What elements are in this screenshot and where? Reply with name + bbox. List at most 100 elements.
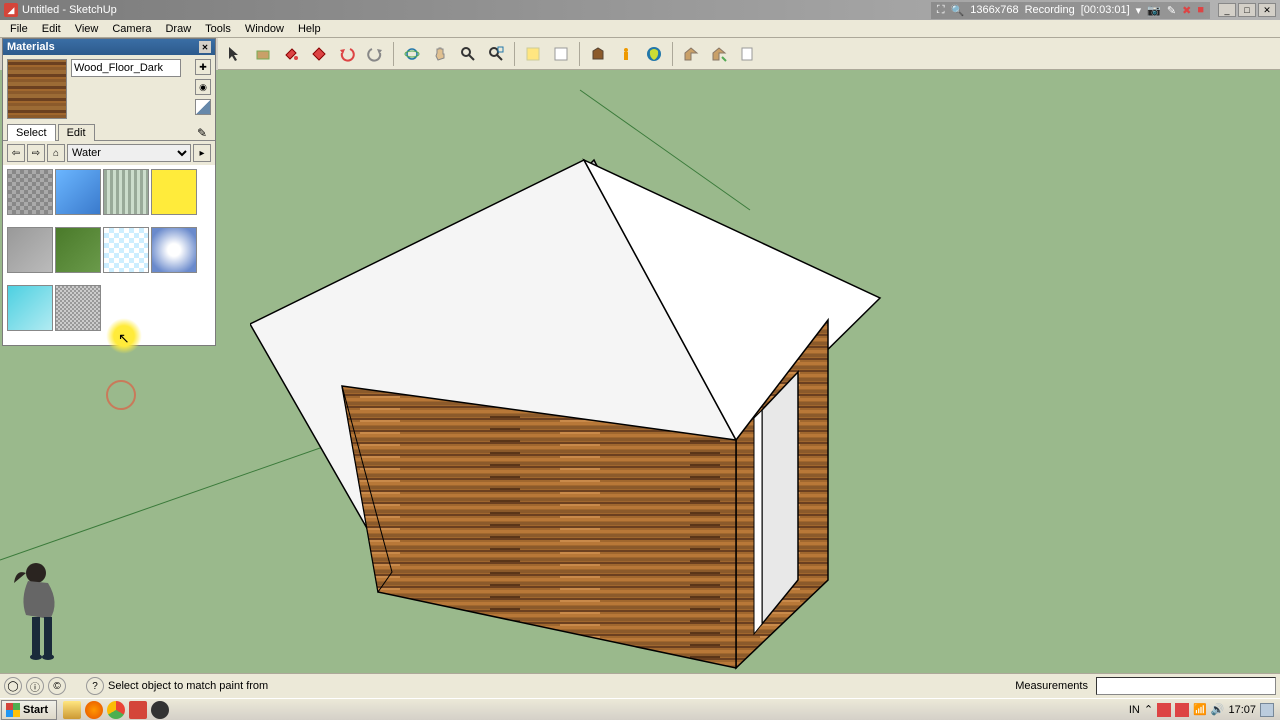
toolbar-separator (579, 42, 580, 66)
materials-tabs: Select Edit ✎ (3, 123, 215, 141)
measurements-input[interactable] (1096, 677, 1276, 695)
chevron-down-icon[interactable]: ▾ (1136, 4, 1142, 17)
geo-location-icon[interactable]: ◯ (4, 677, 22, 695)
minimize-button[interactable]: _ (1218, 3, 1236, 17)
materials-header: ✚ ◉ (3, 55, 215, 123)
toolbar-separator (514, 42, 515, 66)
explorer-icon[interactable] (63, 701, 81, 719)
maximize-button[interactable]: □ (1238, 3, 1256, 17)
nav-home-button[interactable]: ⌂ (47, 144, 65, 162)
start-button[interactable]: Start (1, 700, 57, 720)
make-component-tool[interactable] (250, 41, 276, 67)
toolbar-separator (672, 42, 673, 66)
pencil-icon[interactable]: ✎ (1167, 4, 1176, 17)
language-indicator[interactable]: IN (1129, 704, 1140, 716)
create-material-button[interactable]: ✚ (195, 59, 211, 75)
select-tool[interactable] (222, 41, 248, 67)
recorder-taskbar-icon[interactable] (151, 701, 169, 719)
menu-help[interactable]: Help (292, 22, 327, 36)
swatch-water-noise[interactable] (55, 285, 101, 331)
menu-view[interactable]: View (69, 22, 105, 36)
eraser-tool[interactable] (306, 41, 332, 67)
swatch-water-clouds[interactable] (151, 227, 197, 273)
menu-camera[interactable]: Camera (106, 22, 157, 36)
rec-time: [00:03:01] (1081, 4, 1130, 16)
zoom-extents-tool[interactable] (483, 41, 509, 67)
menu-edit[interactable]: Edit (36, 22, 67, 36)
category-select[interactable]: Water (67, 144, 191, 162)
get-models-tool[interactable] (585, 41, 611, 67)
3d-warehouse-tool[interactable] (641, 41, 667, 67)
swatch-water-blue[interactable] (55, 169, 101, 215)
clock[interactable]: 17:07 (1228, 704, 1256, 716)
paint-bucket-tool[interactable] (278, 41, 304, 67)
media-player-icon[interactable] (85, 701, 103, 719)
app-icon: ◢ (4, 3, 18, 17)
menu-file[interactable]: File (4, 22, 34, 36)
cursor-icon: ↖ (118, 330, 130, 347)
redo-tool[interactable] (362, 41, 388, 67)
tab-select[interactable]: Select (7, 124, 56, 141)
orbit-tool[interactable] (399, 41, 425, 67)
quick-launch (57, 701, 175, 719)
swatch-water-cyan[interactable] (7, 285, 53, 331)
volume-icon[interactable]: 🔊 (1211, 703, 1225, 716)
close-button[interactable]: ✕ (1258, 3, 1276, 17)
scale-figure[interactable] (6, 559, 86, 669)
swatch-water-grid[interactable] (103, 227, 149, 273)
sample-paint-icon[interactable]: ✎ (197, 126, 207, 140)
menu-window[interactable]: Window (239, 22, 290, 36)
swatch-water-yellow[interactable] (151, 169, 197, 215)
rec-label: Recording (1025, 4, 1075, 16)
person-tool[interactable] (613, 41, 639, 67)
panel-close-button[interactable]: ✕ (199, 41, 211, 53)
swatch-water-rough[interactable] (7, 169, 53, 215)
material-name-input[interactable] (71, 59, 181, 77)
default-material-icon[interactable] (195, 99, 211, 115)
share-model-tool[interactable] (678, 41, 704, 67)
titlebar: ◢ Untitled - SketchUp ⛶ 🔍 1366x768 Recor… (0, 0, 1280, 20)
credits-icon[interactable]: ⓘ (26, 677, 44, 695)
zoom-tool[interactable] (455, 41, 481, 67)
sketchup-taskbar-icon[interactable] (129, 701, 147, 719)
add-location-tool[interactable] (520, 41, 546, 67)
materials-nav: ⇦ ⇨ ⌂ Water ▸ (3, 141, 215, 165)
nav-forward-button[interactable]: ⇨ (27, 144, 45, 162)
screen-icon: ⛶ (937, 4, 945, 17)
export-tool[interactable] (706, 41, 732, 67)
camera-icon[interactable]: 📷 (1147, 4, 1161, 17)
tray-chevron-icon[interactable]: ⌃ (1144, 703, 1153, 716)
lens-icon: 🔍 (951, 4, 965, 17)
stop-icon[interactable]: ■ (1197, 4, 1204, 16)
recording-overlay[interactable]: ⛶ 🔍 1366x768 Recording [00:03:01] ▾ 📷 ✎ … (931, 2, 1210, 19)
help-icon[interactable]: ? (86, 677, 104, 695)
house-model[interactable] (250, 150, 950, 673)
pause-icon[interactable]: ✖ (1182, 4, 1191, 17)
network-icon[interactable]: 📶 (1193, 703, 1207, 716)
materials-panel[interactable]: Materials ✕ ✚ ◉ Select Edit ✎ ⇦ ⇨ ⌂ Wate… (2, 38, 216, 346)
swatch-water-green[interactable] (55, 227, 101, 273)
nav-back-button[interactable]: ⇦ (7, 144, 25, 162)
set-default-button[interactable]: ◉ (195, 79, 211, 95)
statusbar: ◯ ⓘ © ? Select object to match paint fro… (0, 673, 1280, 698)
pan-tool[interactable] (427, 41, 453, 67)
show-desktop-button[interactable] (1260, 703, 1274, 717)
menu-tools[interactable]: Tools (199, 22, 237, 36)
menubar: File Edit View Camera Draw Tools Window … (0, 20, 1280, 38)
material-preview[interactable] (7, 59, 67, 119)
materials-titlebar[interactable]: Materials ✕ (3, 39, 215, 55)
tray-shield-icon[interactable] (1175, 703, 1189, 717)
swatch-water-gray[interactable] (7, 227, 53, 273)
tray-flag-icon[interactable] (1157, 703, 1171, 717)
print-tool[interactable] (734, 41, 760, 67)
tab-edit[interactable]: Edit (58, 124, 95, 141)
system-tray: IN ⌃ 📶 🔊 17:07 (1123, 703, 1280, 717)
claim-icon[interactable]: © (48, 677, 66, 695)
materials-grid (3, 165, 215, 345)
menu-draw[interactable]: Draw (159, 22, 197, 36)
undo-tool[interactable] (334, 41, 360, 67)
toggle-terrain-tool[interactable] (548, 41, 574, 67)
swatch-water-stripes[interactable] (103, 169, 149, 215)
details-button[interactable]: ▸ (193, 144, 211, 162)
chrome-icon[interactable] (107, 701, 125, 719)
